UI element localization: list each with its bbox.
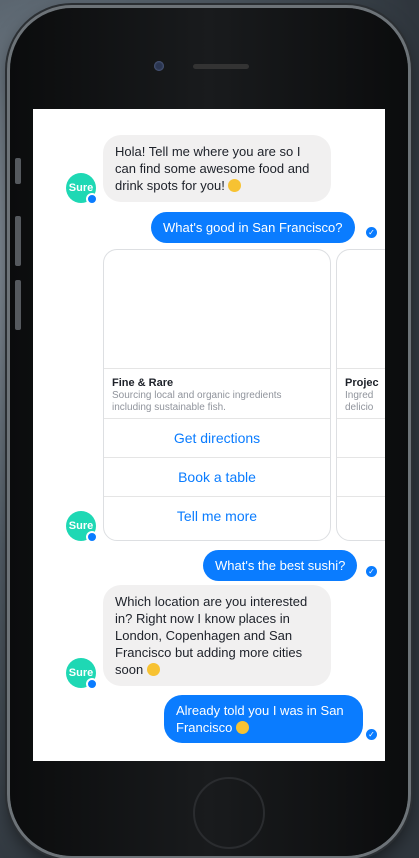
- message-text: Which location are you interested in? Ri…: [115, 594, 308, 677]
- grinning-emoji-icon: [228, 179, 242, 192]
- messenger-screen: Hola! Tell me where you are so I can fin…: [33, 109, 385, 761]
- messenger-badge-icon: [86, 193, 98, 205]
- winking-tongue-emoji-icon: [235, 721, 249, 734]
- front-camera: [154, 61, 164, 71]
- restaurant-card-next[interactable]: Projec Ingred delicio: [336, 249, 385, 541]
- read-receipt-icon: ✓: [366, 227, 377, 238]
- card-image: [337, 250, 385, 369]
- bot-avatar: Sure: [66, 173, 98, 205]
- read-receipt-icon: ✓: [366, 566, 377, 577]
- card-subtitle: Ingred delicio: [345, 390, 374, 413]
- card-button[interactable]: [337, 497, 385, 535]
- card-title: Fine & Rare: [112, 377, 174, 389]
- read-receipt-icon: ✓: [366, 729, 377, 740]
- tell-me-more-button[interactable]: Tell me more: [104, 497, 330, 535]
- card-button[interactable]: [337, 458, 385, 497]
- message-text: Hola! Tell me where you are so I can fin…: [115, 144, 310, 193]
- bot-message: Hola! Tell me where you are so I can fin…: [103, 135, 331, 202]
- messenger-badge-icon: [86, 678, 98, 690]
- smiling-emoji-icon: [146, 663, 160, 676]
- user-message: What's good in San Francisco?: [151, 212, 355, 243]
- bot-avatar: Sure: [66, 658, 98, 690]
- user-message: What's the best sushi?: [203, 550, 358, 581]
- book-a-table-button[interactable]: Book a table: [104, 458, 330, 497]
- earpiece-speaker: [193, 64, 249, 69]
- messenger-badge-icon: [86, 531, 98, 543]
- user-message: Already told you I was in San Francisco: [164, 695, 363, 743]
- volume-up-button: [15, 216, 21, 266]
- message-text: Already told you I was in San Francisco: [176, 703, 344, 735]
- message-text: What's the best sushi?: [215, 558, 346, 573]
- card-image: [104, 250, 330, 369]
- card-body: Fine & Rare Sourcing local and organic i…: [104, 369, 330, 419]
- bot-message: Which location are you interested in? Ri…: [103, 585, 331, 686]
- card-button[interactable]: [337, 419, 385, 458]
- mute-switch: [15, 158, 21, 184]
- volume-down-button: [15, 280, 21, 330]
- card-title: Projec: [345, 377, 379, 389]
- home-button[interactable]: [193, 777, 265, 849]
- bot-avatar: Sure: [66, 511, 98, 543]
- get-directions-button[interactable]: Get directions: [104, 419, 330, 458]
- card-subtitle: Sourcing local and organic ingredients i…: [112, 390, 282, 413]
- message-text: What's good in San Francisco?: [163, 220, 343, 235]
- card-body: Projec Ingred delicio: [337, 369, 385, 419]
- restaurant-card: Fine & Rare Sourcing local and organic i…: [103, 249, 331, 541]
